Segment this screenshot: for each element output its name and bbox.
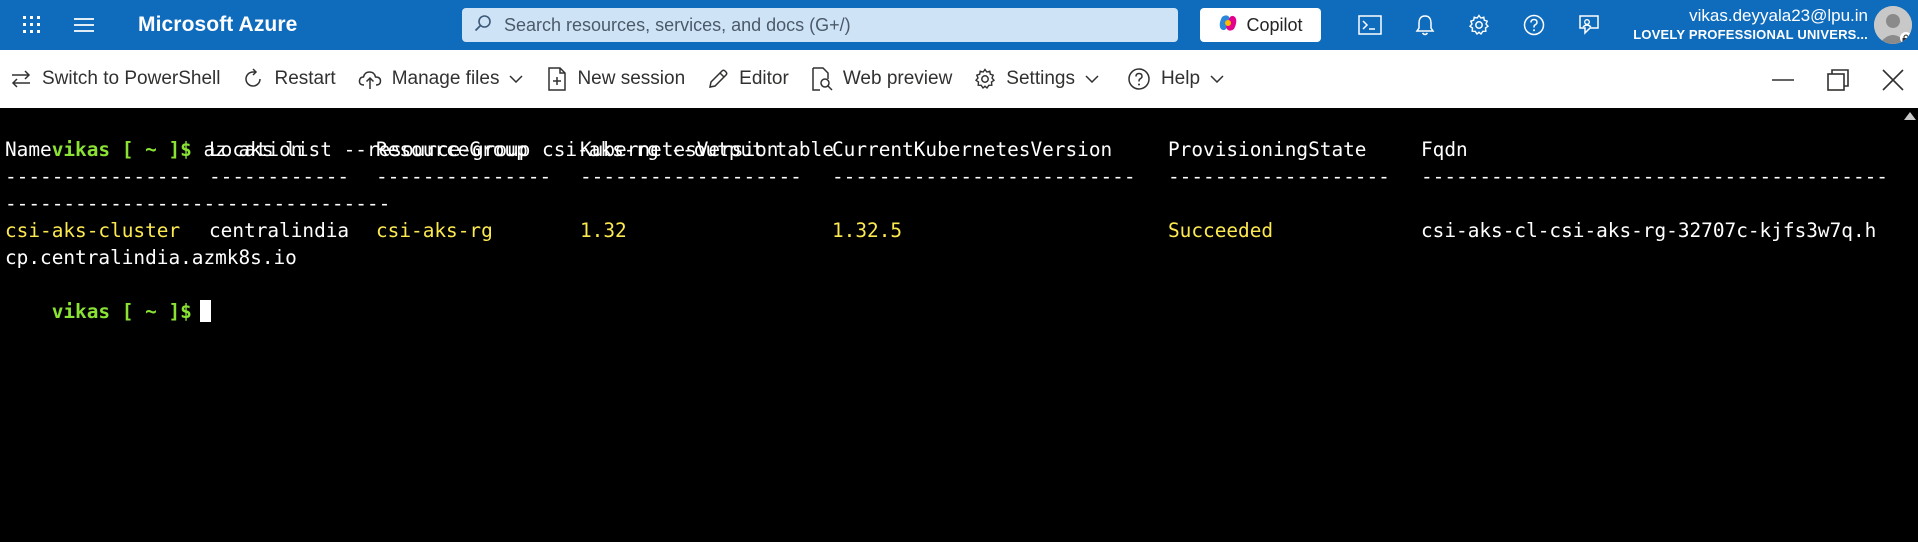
command-line: vikas [ ~ ]$ az aks list --resource-grou… (5, 109, 834, 161)
cell-resource-group: csi-aks-rg (376, 219, 493, 242)
new-session-icon (548, 67, 567, 91)
gear-icon[interactable] (1461, 8, 1497, 42)
toolbar-label: New session (577, 68, 686, 89)
cell-fqdn: csi-aks-cl-csi-aks-rg-32707c-kjfs3w7q.h (1421, 219, 1877, 242)
toolbar-label: Web preview (842, 68, 953, 89)
settings-button[interactable]: Settings (966, 59, 1107, 99)
separator-dashes: ---------------------------------------- (1421, 165, 1888, 188)
restart-icon (245, 68, 262, 87)
cell-current-kubernetes-version: 1.32.5 (832, 219, 903, 242)
column-header: ResourceGroup (376, 138, 528, 161)
hamburger-menu-icon[interactable] (64, 0, 104, 50)
column-header: CurrentKubernetesVersion (832, 138, 1113, 161)
search-icon (474, 14, 492, 37)
cell-location: centralindia (209, 219, 350, 242)
scroll-up-arrow-icon[interactable] (1904, 112, 1916, 120)
copilot-icon (1218, 13, 1238, 38)
restore-icon[interactable] (1818, 60, 1858, 100)
gear-icon (975, 68, 996, 90)
switch-to-powershell-button[interactable]: Switch to PowerShell (2, 59, 228, 99)
toolbar-label: Help (1160, 68, 1201, 89)
cell-name: csi-aks-cluster (5, 219, 181, 242)
help-icon (1128, 68, 1150, 90)
search-input[interactable] (502, 13, 1166, 37)
account-org: LOVELY PROFESSIONAL UNIVERS... (1633, 27, 1868, 42)
separator-dashes: --------------------------------- (5, 192, 391, 215)
cell-kubernetes-version: 1.32 (580, 219, 627, 242)
switch-arrows-icon (11, 70, 31, 88)
new-session-button[interactable]: New session (539, 59, 693, 99)
avatar[interactable] (1874, 6, 1912, 44)
pencil-icon (709, 69, 728, 88)
web-preview-button[interactable]: Web preview (803, 59, 960, 99)
azure-brand-title[interactable]: Microsoft Azure (138, 13, 438, 37)
toolbar-label: Switch to PowerShell (42, 68, 221, 89)
help-button[interactable]: Help (1119, 59, 1232, 99)
bell-icon[interactable] (1407, 8, 1443, 42)
shell-prompt: vikas [ ~ ]$ (51, 138, 192, 161)
toolbar-label: Manage files (391, 68, 500, 89)
account-email: vikas.deyyala23@lpu.in (1689, 6, 1868, 25)
lock-icon (1900, 32, 1912, 44)
shell-prompt: vikas [ ~ ]$ (51, 300, 192, 323)
column-header: Location (209, 138, 303, 161)
chevron-down-icon (509, 75, 523, 83)
copilot-label: Copilot (1246, 14, 1303, 35)
terminal-output[interactable]: vikas [ ~ ]$ az aks list --resource-grou… (0, 108, 1900, 542)
separator-dashes: ------------------- (580, 165, 802, 188)
minimize-icon[interactable] (1763, 60, 1803, 100)
cell-provisioning-state: Succeeded (1168, 219, 1274, 242)
cloud-upload-icon (358, 71, 381, 89)
separator-dashes: -------------------------- (832, 165, 1136, 188)
editor-button[interactable]: Editor (699, 59, 797, 99)
column-header: Name (5, 138, 52, 161)
web-preview-icon (812, 67, 833, 91)
global-search-box[interactable] (462, 8, 1178, 42)
toolbar-label: Restart (274, 68, 336, 89)
separator-dashes: ------------------- (1168, 165, 1390, 188)
copilot-button[interactable]: Copilot (1200, 8, 1321, 42)
cell-fqdn-wrap: cp.centralindia.azmk8s.io (5, 246, 297, 269)
column-header: KubernetesVersion (580, 138, 779, 161)
cloud-shell-toolbar: Switch to PowerShell Restart Manage file… (0, 50, 1918, 109)
toolbar-label: Settings (1006, 68, 1075, 89)
toolbar-label: Editor (739, 68, 789, 89)
close-icon[interactable] (1873, 60, 1913, 100)
restart-button[interactable]: Restart (234, 59, 343, 99)
terminal-scrollbar[interactable] (1900, 108, 1918, 542)
chevron-down-icon (1085, 75, 1099, 83)
column-header: ProvisioningState (1168, 138, 1367, 161)
separator-dashes: ------------ (209, 165, 350, 188)
column-header: Fqdn (1421, 138, 1468, 161)
terminal-cursor (199, 300, 211, 322)
separator-dashes: ---------------- (5, 165, 192, 188)
help-icon[interactable] (1516, 8, 1552, 42)
separator-dashes: --------------- (376, 165, 552, 188)
cloud-shell-icon[interactable] (1352, 8, 1388, 42)
waffle-icon[interactable] (0, 0, 64, 50)
account-info[interactable]: vikas.deyyala23@lpu.in LOVELY PROFESSION… (1600, 6, 1868, 44)
manage-files-button[interactable]: Manage files (350, 59, 532, 99)
chevron-down-icon (1210, 75, 1224, 83)
prompt-line: vikas [ ~ ]$ (5, 271, 211, 323)
